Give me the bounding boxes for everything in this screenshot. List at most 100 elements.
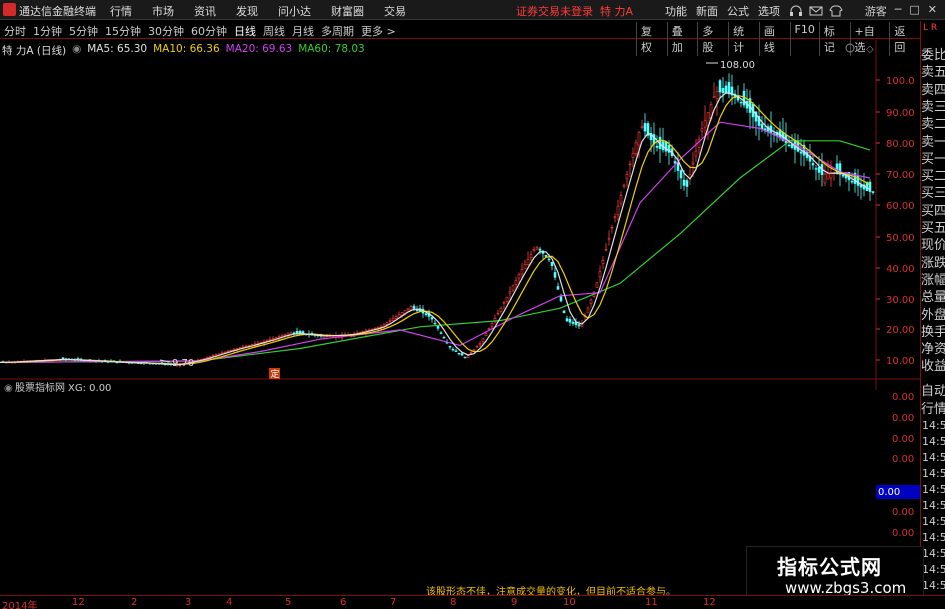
tab-15min[interactable]: 15分钟	[105, 23, 141, 39]
candle-body	[760, 123, 764, 130]
sub-indicator-icon[interactable]: ◉	[4, 383, 13, 394]
high-price-label: 108.00	[720, 60, 755, 71]
auto-toggle[interactable]: 自动	[921, 383, 945, 400]
candle-body	[571, 321, 575, 324]
candle-body	[826, 173, 830, 180]
candle-body	[742, 90, 746, 106]
price-tick-label: 40.00	[886, 264, 915, 275]
settings-icon[interactable]	[845, 43, 855, 53]
menu-item-trade[interactable]: 交易	[384, 3, 406, 19]
menu-item-newpage[interactable]: 新面	[696, 3, 718, 19]
price-tick-label: 60.00	[886, 201, 915, 212]
time-tick-label: 12	[72, 597, 85, 608]
candle-body	[547, 258, 551, 261]
candle-body	[472, 349, 476, 351]
candle-body	[424, 313, 428, 316]
candle-body	[496, 313, 500, 315]
tick-time: 14:50	[922, 563, 945, 576]
tab-daily[interactable]: 日线	[234, 23, 256, 39]
collapse-icon[interactable]: ◇	[866, 44, 874, 55]
minimize-icon[interactable]: ─	[895, 3, 902, 19]
quote-field-label: 涨幅	[921, 272, 945, 288]
main-kline-chart[interactable]: 100.0 90.00 80.00 70.00 60.00 50.00 40.00 30.00…	[0, 40, 920, 390]
time-tick-label: 9	[511, 597, 518, 608]
candle-body	[448, 346, 452, 348]
stock-name-title: 特 力A	[600, 5, 634, 18]
candle-body	[535, 246, 539, 250]
user-label[interactable]: 游客	[865, 3, 887, 19]
tab-30min[interactable]: 30分钟	[148, 23, 184, 39]
candle-body	[556, 286, 560, 290]
tab-monthly[interactable]: 月线	[292, 23, 314, 39]
menu-item-formula[interactable]: 公式	[727, 3, 749, 19]
tab-60min[interactable]: 60分钟	[191, 23, 227, 39]
tab-weekly[interactable]: 周线	[263, 23, 285, 39]
candle-body	[211, 355, 215, 357]
price-tick-label: 30.00	[886, 295, 915, 306]
quote-toggle[interactable]: 行情	[921, 401, 945, 418]
price-tick-label: 10.00	[886, 356, 915, 367]
tab-1min[interactable]: 1分钟	[33, 23, 62, 39]
quote-field-label: 买一	[921, 151, 945, 167]
candle-body	[655, 145, 659, 148]
quote-field-label: 现价	[921, 238, 945, 254]
ma20-value: MA20: 69.63	[225, 43, 293, 55]
menu-item-markets[interactable]: 市场	[152, 3, 174, 19]
candle-body	[526, 259, 530, 266]
quote-field-label: 买三	[921, 186, 945, 202]
window-controls: 游客 ─ □ ✕	[865, 3, 937, 19]
tab-more[interactable]: 更多 >	[361, 23, 396, 39]
mail-icon[interactable]	[809, 5, 823, 17]
quote-field-label: 委比	[921, 48, 945, 63]
candle-body	[637, 132, 641, 146]
title-bar: 通达信金融终端 行情 市场 资讯 发现 问小达 财富圈 交易 证券交易未登录 特…	[0, 0, 945, 20]
candle-body	[415, 309, 419, 311]
headset-icon[interactable]	[789, 5, 803, 17]
indicator-dot-icon[interactable]: ◉	[72, 43, 81, 57]
quote-field-label: 卖一	[921, 134, 945, 150]
menu-item-ask[interactable]: 问小达	[278, 3, 311, 19]
tab-timeshare[interactable]: 分时	[4, 23, 26, 39]
candle-body	[229, 349, 233, 352]
candle-body	[385, 322, 389, 325]
menu-item-function[interactable]: 功能	[665, 3, 687, 19]
quote-field-label: 买五	[921, 221, 945, 236]
candle-body	[628, 163, 632, 166]
menu-item-wealth[interactable]: 财富圈	[331, 3, 364, 19]
candle-body	[625, 174, 629, 180]
candle-body	[577, 324, 581, 327]
menu-item-market[interactable]: 行情	[110, 3, 132, 19]
time-tick-label: 2014年	[2, 601, 38, 609]
skin-icon[interactable]	[829, 5, 843, 17]
tab-5min[interactable]: 5分钟	[69, 23, 98, 39]
close-icon[interactable]: ✕	[928, 3, 937, 19]
menu-item-news[interactable]: 资讯	[194, 3, 216, 19]
sub-tick-label: 0.00	[892, 507, 914, 518]
quote-field-label: 卖三	[921, 99, 945, 115]
candle-body	[463, 356, 467, 359]
candle-body	[586, 307, 590, 313]
candle-body	[598, 271, 602, 278]
quote-field-label: 卖二	[921, 117, 945, 133]
candle-body	[799, 151, 803, 154]
candle-body	[739, 101, 743, 104]
app-name: 通达信金融终端	[19, 5, 96, 18]
watermark-title: 指标公式网	[777, 555, 882, 579]
candle-body	[613, 216, 617, 219]
sub-title: 股票指标网	[15, 381, 65, 394]
panel-toggle[interactable]: L R	[923, 23, 937, 33]
menu-item-options[interactable]: 选项	[758, 3, 780, 19]
ma60-line	[0, 140, 871, 364]
candle-body	[721, 87, 725, 93]
low-price-label: 9.70	[172, 358, 194, 369]
title-right-menu: 功能 新面 公式 选项	[665, 3, 849, 19]
tick-time: 14:50	[922, 419, 945, 432]
menu-item-discover[interactable]: 发现	[236, 3, 258, 19]
candlestick-series	[1, 73, 875, 368]
tick-time: 14:50	[922, 499, 945, 512]
maximize-icon[interactable]: □	[909, 3, 919, 19]
tab-multi-period[interactable]: 多周期	[321, 23, 354, 39]
candle-body	[538, 248, 542, 251]
candle-body	[223, 351, 227, 354]
app-logo-icon	[3, 3, 16, 16]
